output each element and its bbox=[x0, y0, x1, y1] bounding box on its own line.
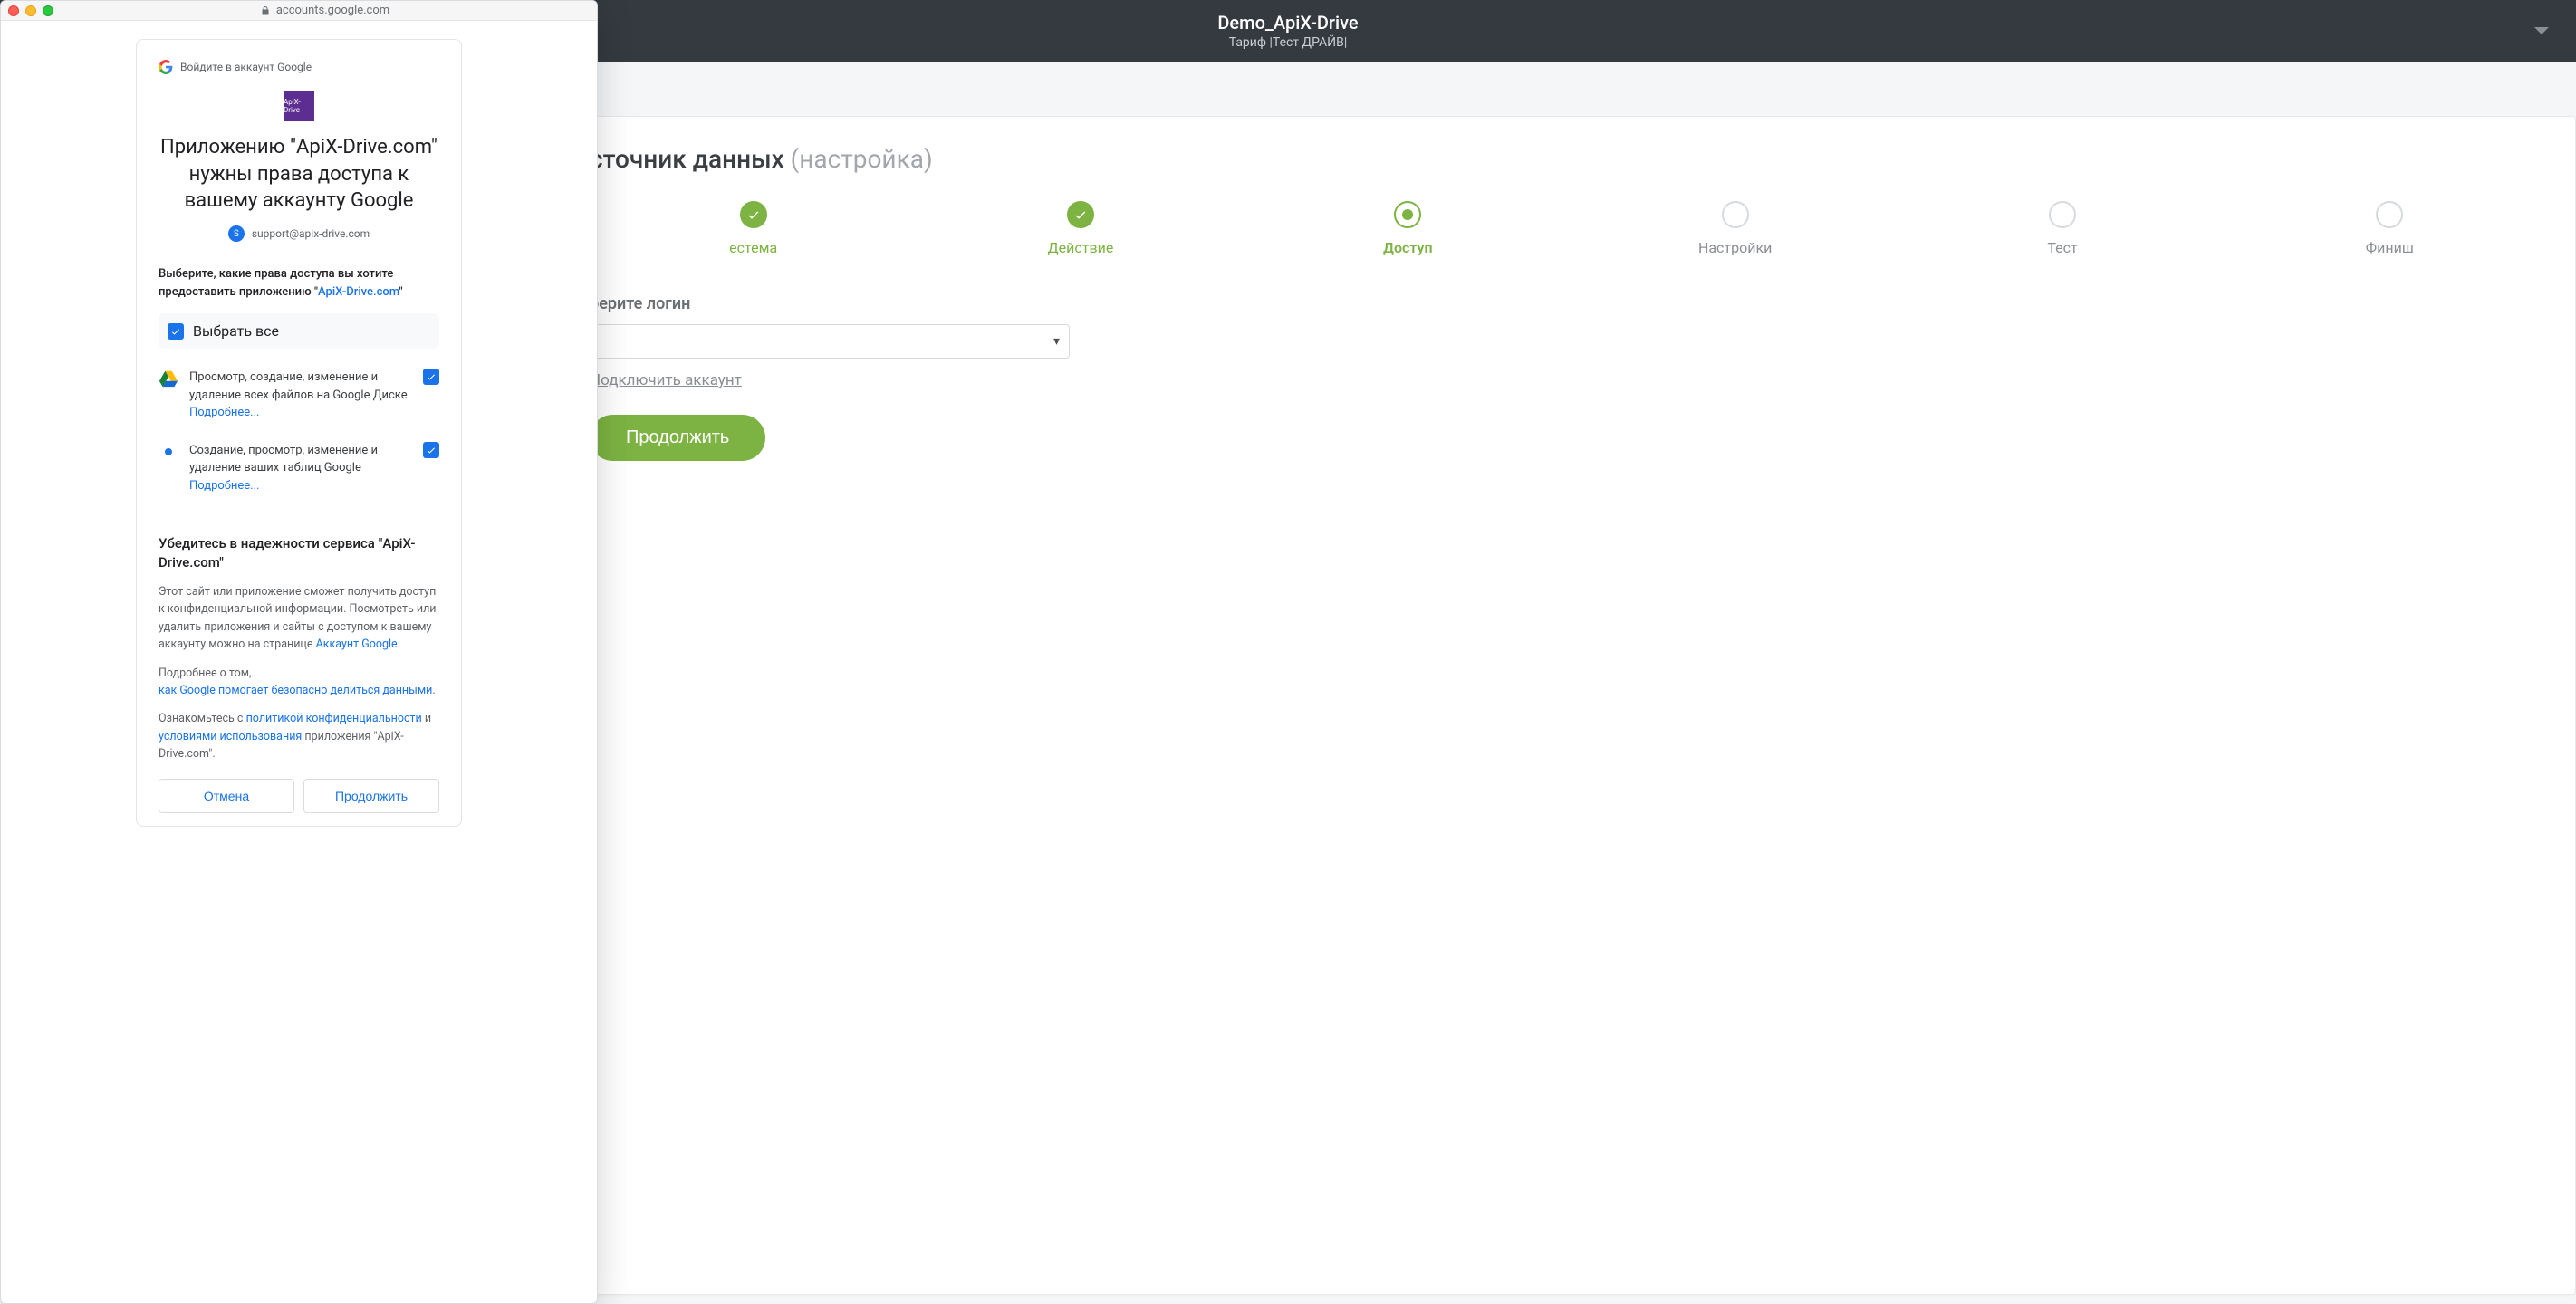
step-finish[interactable]: Финиш bbox=[2226, 201, 2553, 256]
perm-sheets-text: Создание, просмотр, изменение и удаление… bbox=[189, 444, 378, 475]
step-test[interactable]: Тест bbox=[1898, 201, 2225, 256]
trust-heading: Убедитесь в надежности сервиса "ApiX-Dri… bbox=[159, 534, 439, 572]
traffic-close-icon[interactable] bbox=[8, 5, 19, 16]
continue-button[interactable]: Продолжить bbox=[590, 415, 765, 461]
account-email: support@apix-drive.com bbox=[252, 227, 370, 240]
login-select[interactable] bbox=[591, 325, 1069, 358]
drive-icon bbox=[159, 369, 178, 388]
consent-heading: Приложению "ApiX-Drive.com" нужны права … bbox=[159, 134, 439, 215]
google-brand: Войдите в аккаунт Google bbox=[159, 60, 439, 74]
avatar: S bbox=[228, 225, 245, 242]
lock-icon bbox=[260, 5, 271, 16]
step-system[interactable]: естема bbox=[590, 201, 917, 256]
chevron-down-icon[interactable] bbox=[2534, 27, 2549, 34]
google-card: Войдите в аккаунт Google ApiX-Drive Прил… bbox=[136, 39, 462, 827]
checkbox-icon[interactable] bbox=[423, 369, 439, 385]
connect-account-link[interactable]: Подключить аккаунт bbox=[590, 371, 742, 389]
perm-sheets: Создание, просмотр, изменение и удаление… bbox=[159, 442, 439, 495]
page-title: сточник данных (настройка) bbox=[590, 144, 2553, 174]
perm-drive-text: Просмотр, создание, изменение и удаление… bbox=[189, 370, 408, 402]
select-all-label: Выбрать все bbox=[193, 322, 279, 340]
popup-url: accounts.google.com bbox=[60, 4, 590, 17]
tos-paragraph: Ознакомьтесь с политикой конфиденциально… bbox=[159, 710, 439, 762]
trust-paragraph: Этот сайт или приложение сможет получить… bbox=[159, 583, 439, 654]
settings-panel: сточник данных (настройка) естема Действ… bbox=[553, 116, 2576, 1295]
cancel-button[interactable]: Отмена bbox=[159, 779, 294, 813]
google-account-link[interactable]: Аккаунт Google bbox=[316, 638, 398, 651]
step-settings[interactable]: Настройки bbox=[1572, 201, 1898, 256]
continue-button[interactable]: Продолжить bbox=[303, 779, 439, 813]
app-logo-icon: ApiX-Drive bbox=[284, 91, 314, 121]
safe-share-paragraph: Подробнее о том, как Google помогает без… bbox=[159, 665, 439, 700]
sheets-icon bbox=[159, 442, 178, 462]
header-subtitle: Тариф |Тест ДРАЙВ| bbox=[1217, 35, 1358, 50]
permissions-intro: Выберите, какие права доступа вы хотите … bbox=[159, 265, 439, 301]
login-label: берите логин bbox=[590, 294, 2553, 313]
select-all-row[interactable]: Выбрать все bbox=[159, 313, 439, 349]
perm-sheets-more-link[interactable]: Подробнее... bbox=[189, 479, 259, 493]
step-access[interactable]: Доступ bbox=[1245, 201, 1572, 256]
checkbox-icon[interactable] bbox=[168, 323, 184, 340]
stepper: естема Действие Доступ Настройки Тест bbox=[590, 201, 2553, 256]
step-action[interactable]: Действие bbox=[917, 201, 1244, 256]
google-consent-popup: accounts.google.com Войдите в аккаунт Go… bbox=[0, 0, 598, 1304]
popup-titlebar: accounts.google.com bbox=[1, 1, 597, 21]
perm-drive: Просмотр, создание, изменение и удаление… bbox=[159, 369, 439, 422]
traffic-minimize-icon[interactable] bbox=[25, 5, 36, 16]
perm-drive-more-link[interactable]: Подробнее... bbox=[189, 406, 259, 419]
privacy-link[interactable]: политикой конфиденциальности bbox=[246, 712, 422, 725]
google-logo-icon bbox=[159, 60, 173, 74]
account-chip[interactable]: S support@apix-drive.com bbox=[159, 225, 439, 242]
traffic-maximize-icon[interactable] bbox=[43, 5, 53, 16]
tos-link[interactable]: условиями использования bbox=[159, 730, 302, 743]
safe-share-link[interactable]: как Google помогает безопасно делиться д… bbox=[159, 684, 432, 697]
checkbox-icon[interactable] bbox=[423, 442, 439, 458]
header-title: Demo_ApiX-Drive bbox=[1217, 12, 1358, 34]
login-select-wrap[interactable]: ▾ bbox=[590, 324, 1070, 359]
